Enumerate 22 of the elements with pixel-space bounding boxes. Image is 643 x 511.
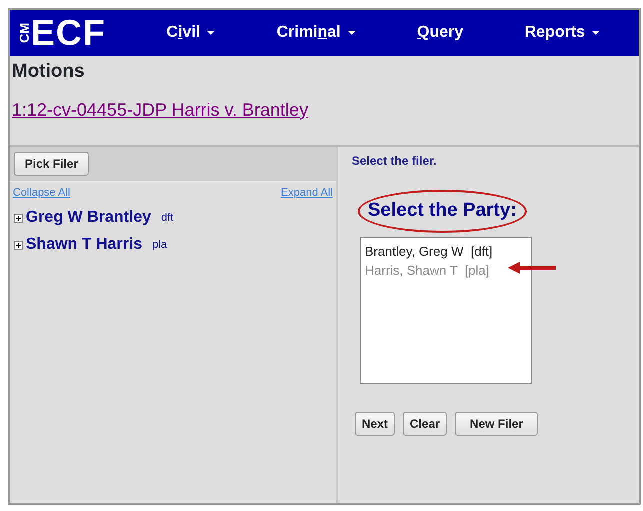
plus-icon[interactable] [14, 240, 23, 250]
ecf-logo: CM ECF [18, 15, 106, 51]
form-button[interactable]: Clear [403, 412, 448, 436]
instruction-text: Select the filer. [352, 153, 438, 170]
form-button[interactable]: New Filer [455, 412, 538, 436]
list-option[interactable]: Brantley, Greg W [dft] [365, 242, 493, 261]
list-option: Harris, Shawn T [pla] [365, 261, 490, 280]
menu-item[interactable]: Reports [524, 21, 600, 45]
menu-item[interactable]: Criminal [276, 21, 356, 45]
page-title: Motions [12, 60, 86, 84]
menu-item[interactable]: Query [417, 21, 464, 45]
party-name[interactable]: Greg W Brantley [26, 206, 152, 230]
plus-icon[interactable] [14, 214, 23, 222]
party-role: dft [161, 210, 174, 226]
party-heading: Select the Party: [358, 190, 527, 232]
menu-item[interactable]: Civil [166, 21, 216, 45]
party-name[interactable]: Shawn T Harris [26, 233, 142, 257]
party-role: pla [152, 238, 168, 253]
case-link[interactable]: 1:12-cv-04455-JDP Harris v. Brantley [12, 96, 308, 124]
pick-filer-button[interactable]: Pick Filer [14, 152, 90, 176]
arrow-icon [508, 260, 556, 274]
form-button[interactable]: Next [355, 412, 396, 436]
